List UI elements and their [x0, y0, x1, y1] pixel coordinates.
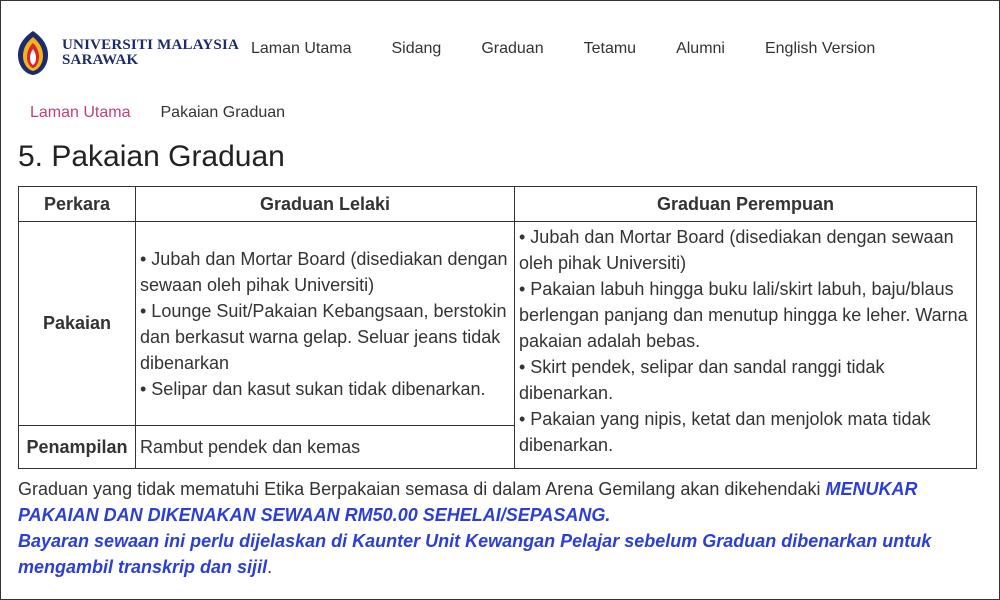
female-item: • Pakaian labuh hingga buku lali/skirt l… [519, 279, 968, 351]
header-perkara: Perkara [18, 186, 136, 222]
breadcrumb-home-link[interactable]: Laman Utama [30, 104, 131, 122]
unimas-logo[interactable]: UNIVERSITI MALAYSIA SARAWAK [14, 29, 239, 77]
nav-tetamu[interactable]: Tetamu [584, 40, 636, 58]
nav-sidang[interactable]: Sidang [392, 40, 442, 58]
unimas-emblem-icon [18, 31, 48, 75]
brand-name: UNIVERSITI MALAYSIA SARAWAK [62, 38, 239, 68]
notice-text: Graduan yang tidak mematuhi Etika Berpak… [18, 479, 826, 499]
row-label-pakaian: Pakaian [18, 221, 136, 426]
female-cell: • Jubah dan Mortar Board (disediakan den… [514, 221, 977, 469]
page-title: 5. Pakaian Graduan [18, 140, 285, 173]
female-item: • Jubah dan Mortar Board (disediakan den… [519, 227, 954, 273]
female-item: • Skirt pendek, selipar dan sandal rangg… [519, 357, 885, 403]
notice-end: . [267, 557, 273, 577]
nav-alumni[interactable]: Alumni [676, 40, 725, 58]
female-item: • Pakaian yang nipis, ketat dan menjolok… [519, 409, 931, 455]
nav-graduan[interactable]: Graduan [481, 40, 543, 58]
nav-laman-utama[interactable]: Laman Utama [251, 40, 352, 58]
table-header-row: Perkara Graduan Lelaki Graduan Perempuan [18, 186, 977, 222]
male-item: • Selipar dan kasut sukan tidak dibenark… [140, 378, 486, 399]
dress-code-table: Perkara Graduan Lelaki Graduan Perempuan… [18, 186, 977, 469]
brand-line-1: UNIVERSITI MALAYSIA [62, 37, 240, 53]
notice-payment: Bayaran sewaan ini perlu dijelaskan di K… [18, 531, 932, 577]
breadcrumb: Laman Utama Pakaian Graduan [30, 104, 285, 122]
male-item: • Lounge Suit/Pakaian Kebangsaan, bersto… [140, 300, 507, 373]
breadcrumb-current: Pakaian Graduan [160, 104, 286, 121]
brand-line-2: SARAWAK [62, 52, 139, 68]
male-pakaian-cell: • Jubah dan Mortar Board (disediakan den… [135, 221, 515, 426]
row-label-penampilan: Penampilan [18, 425, 136, 469]
male-penampilan-cell: Rambut pendek dan kemas [135, 425, 515, 469]
male-item: • Jubah dan Mortar Board (disediakan den… [140, 248, 508, 295]
header: UNIVERSITI MALAYSIA SARAWAK [14, 28, 239, 78]
dress-code-notice: Graduan yang tidak mematuhi Etika Berpak… [18, 476, 978, 580]
main-nav: Laman Utama Sidang Graduan Tetamu Alumni… [251, 40, 915, 58]
header-graduan-lelaki: Graduan Lelaki [135, 186, 515, 222]
header-graduan-perempuan: Graduan Perempuan [514, 186, 977, 222]
table-row: Pakaian • Jubah dan Mortar Board (disedi… [18, 221, 977, 469]
nav-english-version[interactable]: English Version [765, 40, 875, 58]
